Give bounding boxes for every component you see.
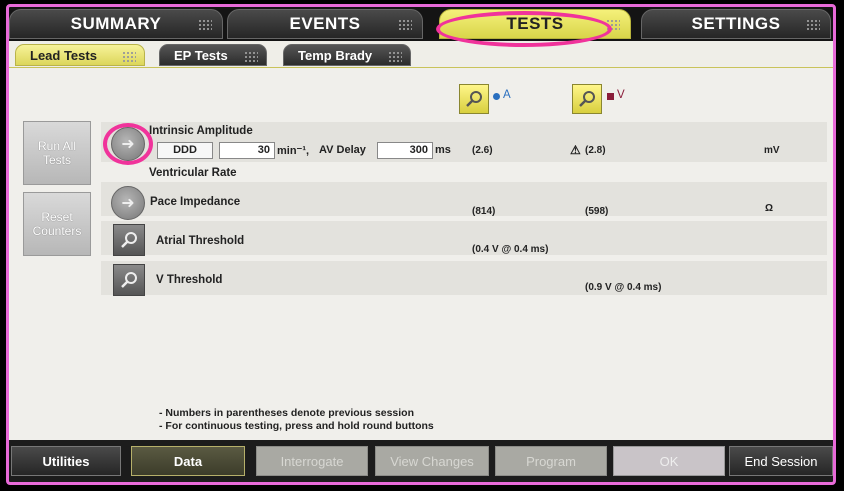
atrial-column-label: A xyxy=(503,89,511,101)
pace-impedance-test-button[interactable]: ➜ xyxy=(111,186,145,220)
main-tab-bar: SUMMARY EVENTS TESTS SETTINGS xyxy=(9,7,833,41)
grip-icon xyxy=(198,19,212,31)
pacing-mode-field[interactable]: DDD xyxy=(157,142,213,159)
atrial-dot-icon xyxy=(493,93,500,100)
atrial-threshold-test-button[interactable] xyxy=(113,224,145,256)
tab-temp-brady[interactable]: Temp Brady xyxy=(283,44,411,66)
tab-tests[interactable]: TESTS xyxy=(439,9,631,39)
sub-tab-bar: Lead Tests EP Tests Temp Brady xyxy=(9,41,833,69)
run-all-tests-button[interactable]: Run All Tests xyxy=(23,121,91,185)
grip-icon xyxy=(806,19,820,31)
atrial-threshold-a-value: (0.4 V @ 0.4 ms) xyxy=(472,244,549,255)
bottom-toolbar: Utilities Data Interrogate View Changes … xyxy=(9,440,833,482)
tab-lead-tests[interactable]: Lead Tests xyxy=(15,44,145,66)
interrogate-label: Interrogate xyxy=(280,453,344,469)
atrial-threshold-label: Atrial Threshold xyxy=(156,235,245,247)
interrogate-button[interactable]: Interrogate xyxy=(256,446,368,476)
intrinsic-unit: mV xyxy=(764,145,780,156)
ventricular-column-label: V xyxy=(617,89,625,101)
tab-settings[interactable]: SETTINGS xyxy=(641,9,831,39)
magnifier-icon xyxy=(579,91,595,107)
ventricular-square-icon xyxy=(607,93,614,100)
magnifier-icon xyxy=(466,91,482,107)
tab-summary[interactable]: SUMMARY xyxy=(9,9,223,39)
program-label: Program xyxy=(526,453,576,469)
atrial-column-button[interactable] xyxy=(459,84,489,114)
reset-counters-button[interactable]: Reset Counters xyxy=(23,192,91,256)
grip-icon xyxy=(388,51,402,63)
magnifier-icon xyxy=(121,272,137,288)
data-button[interactable]: Data xyxy=(131,446,245,476)
tab-events[interactable]: EVENTS xyxy=(227,9,423,39)
pace-impedance-unit: Ω xyxy=(765,203,774,214)
view-changes-button[interactable]: View Changes xyxy=(375,446,489,476)
tab-ep-tests[interactable]: EP Tests xyxy=(159,44,267,66)
grip-icon xyxy=(606,19,620,31)
grip-icon xyxy=(122,51,136,63)
run-all-tests-label: Run All Tests xyxy=(37,139,77,167)
tab-lead-tests-label: Lead Tests xyxy=(30,47,97,63)
v-threshold-label: V Threshold xyxy=(156,274,223,286)
footnote-continuous-testing: - For continuous testing, press and hold… xyxy=(159,420,434,432)
view-changes-label: View Changes xyxy=(390,453,474,469)
arrow-icon: ➜ xyxy=(121,195,135,212)
tab-ep-tests-label: EP Tests xyxy=(174,47,228,63)
tab-tests-label: TESTS xyxy=(506,14,564,33)
reset-counters-label: Reset Counters xyxy=(32,210,82,238)
grip-icon xyxy=(244,51,258,63)
warning-icon: ⚠ xyxy=(570,143,581,157)
lead-tests-panel: A V Run All Tests Reset Counters ➜ Intri… xyxy=(9,68,833,440)
pace-impedance-label: Pace Impedance xyxy=(150,196,241,208)
av-delay-unit: ms xyxy=(435,144,451,156)
programmer-screen: SUMMARY EVENTS TESTS SETTINGS Lead Tests… xyxy=(6,4,836,485)
intrinsic-amplitude-label: Intrinsic Amplitude xyxy=(149,125,253,137)
intrinsic-v-value: (2.8) xyxy=(585,145,606,156)
av-delay-field[interactable]: 300 xyxy=(377,142,433,159)
ventricular-column-button[interactable] xyxy=(572,84,602,114)
intrinsic-amplitude-test-button[interactable]: ➜ xyxy=(111,127,145,161)
end-session-label: End Session xyxy=(744,453,818,469)
end-session-button[interactable]: End Session xyxy=(729,446,833,476)
av-delay-label: AV Delay xyxy=(319,144,366,156)
rate-unit: min⁻¹, xyxy=(277,145,310,157)
ventricular-rate-label: Ventricular Rate xyxy=(149,167,237,179)
program-button[interactable]: Program xyxy=(495,446,607,476)
ok-button[interactable]: OK xyxy=(613,446,725,476)
footnote-previous-session: - Numbers in parentheses denote previous… xyxy=(159,407,414,419)
tab-temp-brady-label: Temp Brady xyxy=(298,47,373,63)
utilities-label: Utilities xyxy=(42,453,90,469)
tab-summary-label: SUMMARY xyxy=(70,14,162,33)
v-threshold-v-value: (0.9 V @ 0.4 ms) xyxy=(585,282,662,293)
ok-label: OK xyxy=(659,453,679,469)
footnotes: - Numbers in parentheses denote previous… xyxy=(159,407,434,433)
grip-icon xyxy=(398,19,412,31)
arrow-icon: ➜ xyxy=(121,136,135,153)
magnifier-icon xyxy=(121,232,137,248)
utilities-button[interactable]: Utilities xyxy=(11,446,121,476)
v-threshold-test-button[interactable] xyxy=(113,264,145,296)
rate-field[interactable]: 30 xyxy=(219,142,275,159)
pace-impedance-v-value: (598) xyxy=(585,206,609,217)
data-label: Data xyxy=(173,453,203,469)
pace-impedance-a-value: (814) xyxy=(472,206,496,217)
tab-settings-label: SETTINGS xyxy=(691,14,781,33)
intrinsic-a-value: (2.6) xyxy=(472,145,493,156)
tab-events-label: EVENTS xyxy=(289,14,361,33)
